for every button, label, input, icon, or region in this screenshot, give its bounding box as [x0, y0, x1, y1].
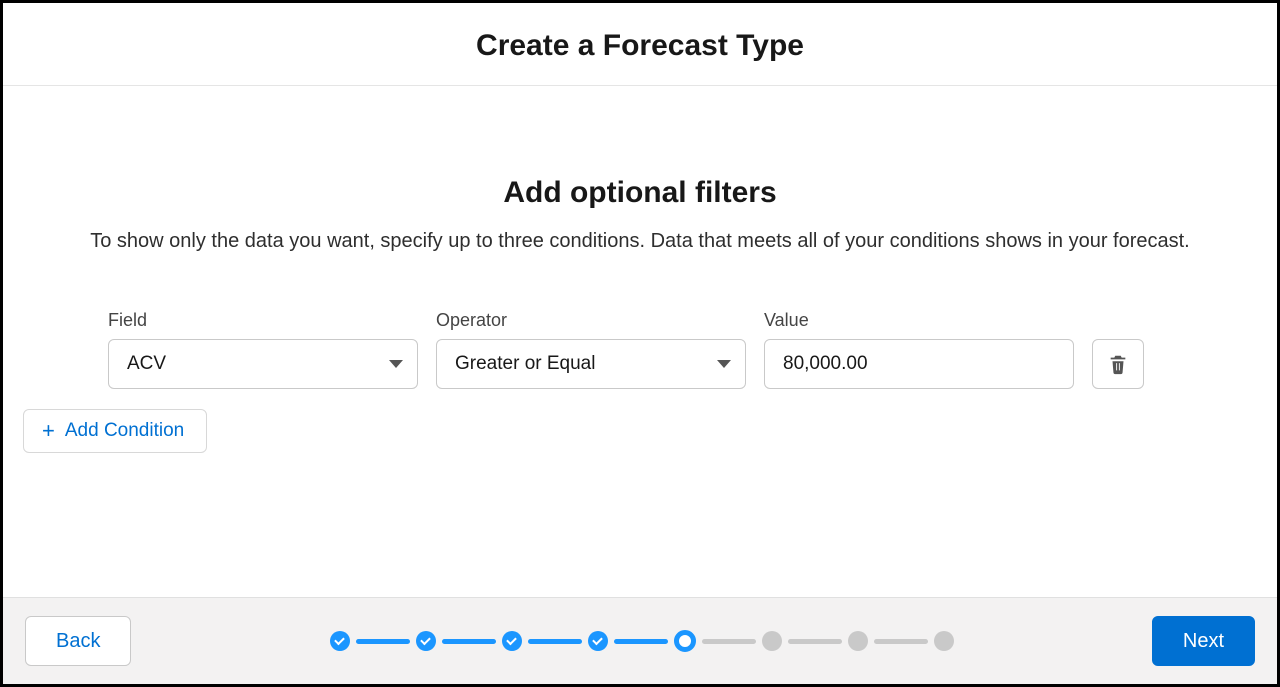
step-connector — [528, 639, 582, 644]
delete-condition-button[interactable] — [1092, 339, 1144, 389]
chevron-down-icon — [389, 360, 403, 368]
add-condition-button[interactable]: + Add Condition — [23, 409, 207, 453]
add-condition-label: Add Condition — [65, 420, 184, 442]
trash-icon — [1107, 353, 1129, 375]
back-button[interactable]: Back — [25, 616, 131, 666]
modal-header: Create a Forecast Type — [3, 3, 1277, 86]
step-connector — [442, 639, 496, 644]
progress-step — [674, 630, 696, 652]
operator-label: Operator — [436, 310, 746, 331]
section-description: To show only the data you want, specify … — [63, 228, 1217, 255]
section-title: Add optional filters — [23, 176, 1257, 210]
modal-title: Create a Forecast Type — [3, 29, 1277, 63]
step-current-icon — [674, 630, 696, 652]
step-done-icon — [330, 631, 350, 651]
operator-dropdown-value: Greater or Equal — [455, 353, 595, 375]
operator-dropdown[interactable]: Greater or Equal — [436, 339, 746, 389]
step-connector — [788, 639, 842, 644]
progress-step — [934, 631, 954, 651]
value-label: Value — [764, 310, 1074, 331]
step-future-icon — [848, 631, 868, 651]
field-group-delete — [1092, 339, 1144, 389]
chevron-down-icon — [717, 360, 731, 368]
progress-step — [416, 631, 436, 651]
field-group-operator: Operator Greater or Equal — [436, 310, 746, 389]
step-done-icon — [416, 631, 436, 651]
step-connector — [702, 639, 756, 644]
modal-frame: Create a Forecast Type Add optional filt… — [0, 0, 1280, 687]
field-group-value: Value — [764, 310, 1074, 389]
filters-area: Field ACV Operator Greater or Equal Valu… — [23, 310, 1257, 389]
step-future-icon — [934, 631, 954, 651]
step-future-icon — [762, 631, 782, 651]
step-connector — [614, 639, 668, 644]
progress-step — [588, 631, 608, 651]
step-connector — [874, 639, 928, 644]
add-condition-wrap: + Add Condition — [23, 389, 1257, 453]
progress-step — [848, 631, 868, 651]
plus-icon: + — [42, 420, 55, 442]
field-label: Field — [108, 310, 418, 331]
next-button[interactable]: Next — [1152, 616, 1255, 666]
step-done-icon — [588, 631, 608, 651]
step-connector — [356, 639, 410, 644]
modal-content: Add optional filters To show only the da… — [3, 86, 1277, 597]
field-group-field: Field ACV — [108, 310, 418, 389]
progress-step — [330, 631, 350, 651]
condition-row: Field ACV Operator Greater or Equal Valu… — [108, 310, 1172, 389]
value-input[interactable] — [764, 339, 1074, 389]
step-done-icon — [502, 631, 522, 651]
progress-step — [762, 631, 782, 651]
field-dropdown-value: ACV — [127, 353, 166, 375]
progress-step — [502, 631, 522, 651]
progress-stepper — [131, 630, 1151, 652]
field-dropdown[interactable]: ACV — [108, 339, 418, 389]
modal-footer: Back Next — [3, 597, 1277, 684]
